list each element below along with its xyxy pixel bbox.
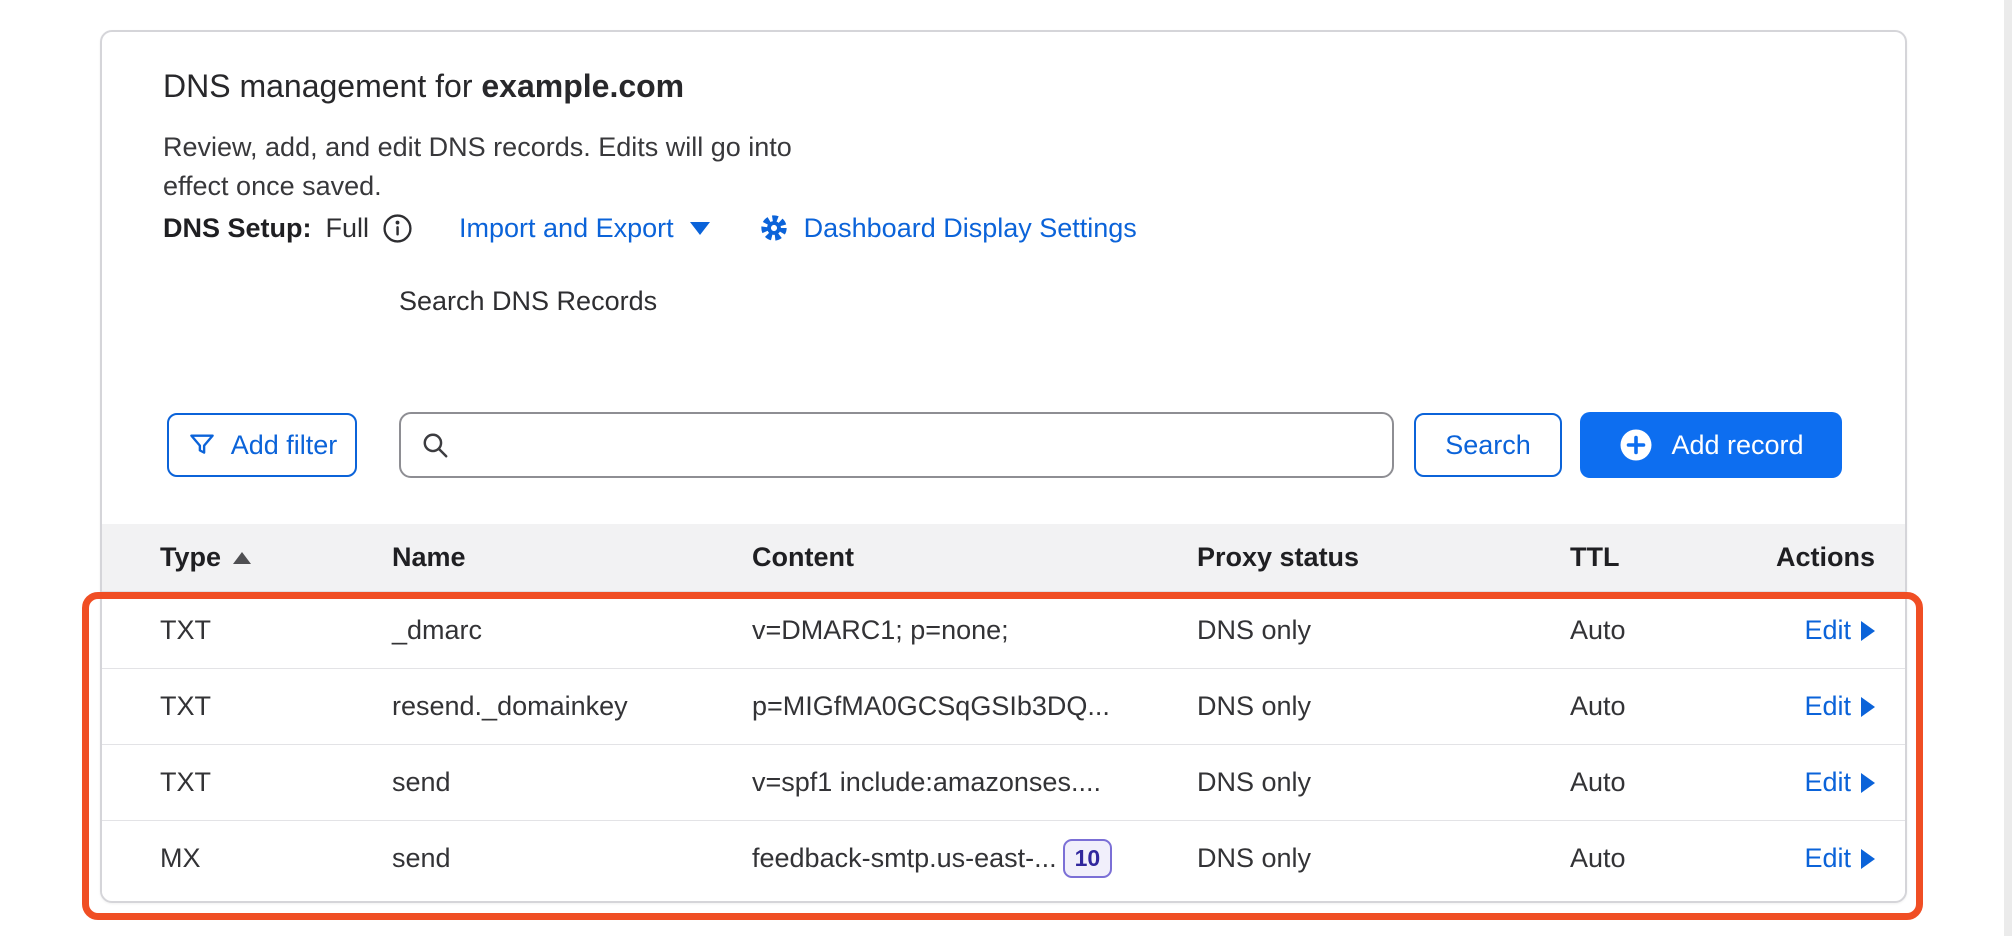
- gear-icon: [758, 212, 790, 244]
- sort-ascending-icon: [233, 552, 251, 564]
- add-record-label: Add record: [1671, 430, 1803, 461]
- add-filter-button[interactable]: Add filter: [167, 413, 357, 477]
- column-header-actions: Actions: [1776, 542, 1875, 573]
- cell-content: v=spf1 include:amazonses....: [752, 767, 1101, 798]
- cell-content: v=DMARC1; p=none;: [752, 615, 1009, 646]
- chevron-right-icon: [1861, 697, 1875, 717]
- edit-record-button[interactable]: Edit: [1804, 691, 1875, 722]
- cell-type: TXT: [160, 691, 392, 722]
- dns-records-table: Type Name Content Proxy status TTL Actio…: [102, 524, 1905, 901]
- column-header-name[interactable]: Name: [392, 542, 752, 573]
- scrollbar-gutter[interactable]: [2004, 0, 2012, 936]
- search-button-label: Search: [1445, 430, 1531, 461]
- import-export-label: Import and Export: [459, 213, 674, 244]
- table-row: TXT send v=spf1 include:amazonses.... DN…: [102, 744, 1905, 820]
- filter-icon: [187, 430, 217, 460]
- search-dns-records-label: Search DNS Records: [399, 286, 657, 317]
- add-record-button[interactable]: Add record: [1580, 412, 1842, 478]
- cell-proxy-status: DNS only: [1197, 767, 1570, 798]
- page-title-domain: example.com: [481, 68, 684, 104]
- column-header-type[interactable]: Type: [160, 542, 392, 573]
- search-box: [399, 412, 1394, 478]
- column-header-proxy-status[interactable]: Proxy status: [1197, 542, 1570, 573]
- cell-content: p=MIGfMA0GCSqGSIb3DQ...: [752, 691, 1110, 722]
- page-title: DNS management for example.com: [163, 68, 684, 105]
- priority-badge: 10: [1063, 839, 1113, 878]
- table-row: MX send feedback-smtp.us-east-... 10 DNS…: [102, 820, 1905, 896]
- cell-type: TXT: [160, 615, 392, 646]
- info-icon[interactable]: [382, 213, 413, 244]
- cell-ttl: Auto: [1570, 843, 1765, 874]
- chevron-right-icon: [1861, 621, 1875, 641]
- table-header-row: Type Name Content Proxy status TTL Actio…: [102, 524, 1905, 592]
- dashboard-display-settings-label: Dashboard Display Settings: [804, 213, 1137, 244]
- toolbar: Add filter Search Add record: [167, 412, 1842, 478]
- cell-proxy-status: DNS only: [1197, 691, 1570, 722]
- cell-proxy-status: DNS only: [1197, 843, 1570, 874]
- column-header-ttl[interactable]: TTL: [1570, 542, 1765, 573]
- edit-record-button[interactable]: Edit: [1804, 843, 1875, 874]
- cell-name: _dmarc: [392, 615, 752, 646]
- dns-setup-label: DNS Setup:: [163, 213, 312, 244]
- cell-ttl: Auto: [1570, 767, 1765, 798]
- add-filter-label: Add filter: [231, 430, 338, 461]
- cell-ttl: Auto: [1570, 691, 1765, 722]
- cell-type: TXT: [160, 767, 392, 798]
- dashboard-display-settings-link[interactable]: Dashboard Display Settings: [758, 212, 1137, 244]
- import-export-link[interactable]: Import and Export: [459, 213, 710, 244]
- table-row: TXT resend._domainkey p=MIGfMA0GCSqGSIb3…: [102, 668, 1905, 744]
- table-row: TXT _dmarc v=DMARC1; p=none; DNS only Au…: [102, 592, 1905, 668]
- dns-setup-row: DNS Setup: Full Import and Export Dashbo…: [163, 212, 1137, 244]
- plus-circle-icon: [1618, 427, 1654, 463]
- dns-management-card: DNS management for example.com Review, a…: [100, 30, 1907, 903]
- cell-name: send: [392, 843, 752, 874]
- cell-ttl: Auto: [1570, 615, 1765, 646]
- cell-name: send: [392, 767, 752, 798]
- cell-proxy-status: DNS only: [1197, 615, 1570, 646]
- chevron-right-icon: [1861, 849, 1875, 869]
- page-subtitle: Review, add, and edit DNS records. Edits…: [163, 128, 828, 206]
- chevron-right-icon: [1861, 773, 1875, 793]
- chevron-down-icon: [690, 222, 710, 235]
- edit-record-button[interactable]: Edit: [1804, 615, 1875, 646]
- cell-content: feedback-smtp.us-east-...: [752, 843, 1057, 874]
- column-header-content[interactable]: Content: [752, 542, 1197, 573]
- search-input[interactable]: [399, 412, 1394, 478]
- cell-type: MX: [160, 843, 392, 874]
- dns-setup-value: Full: [326, 213, 370, 244]
- edit-record-button[interactable]: Edit: [1804, 767, 1875, 798]
- cell-name: resend._domainkey: [392, 691, 752, 722]
- page-title-prefix: DNS management for: [163, 68, 481, 104]
- search-button[interactable]: Search: [1414, 413, 1562, 477]
